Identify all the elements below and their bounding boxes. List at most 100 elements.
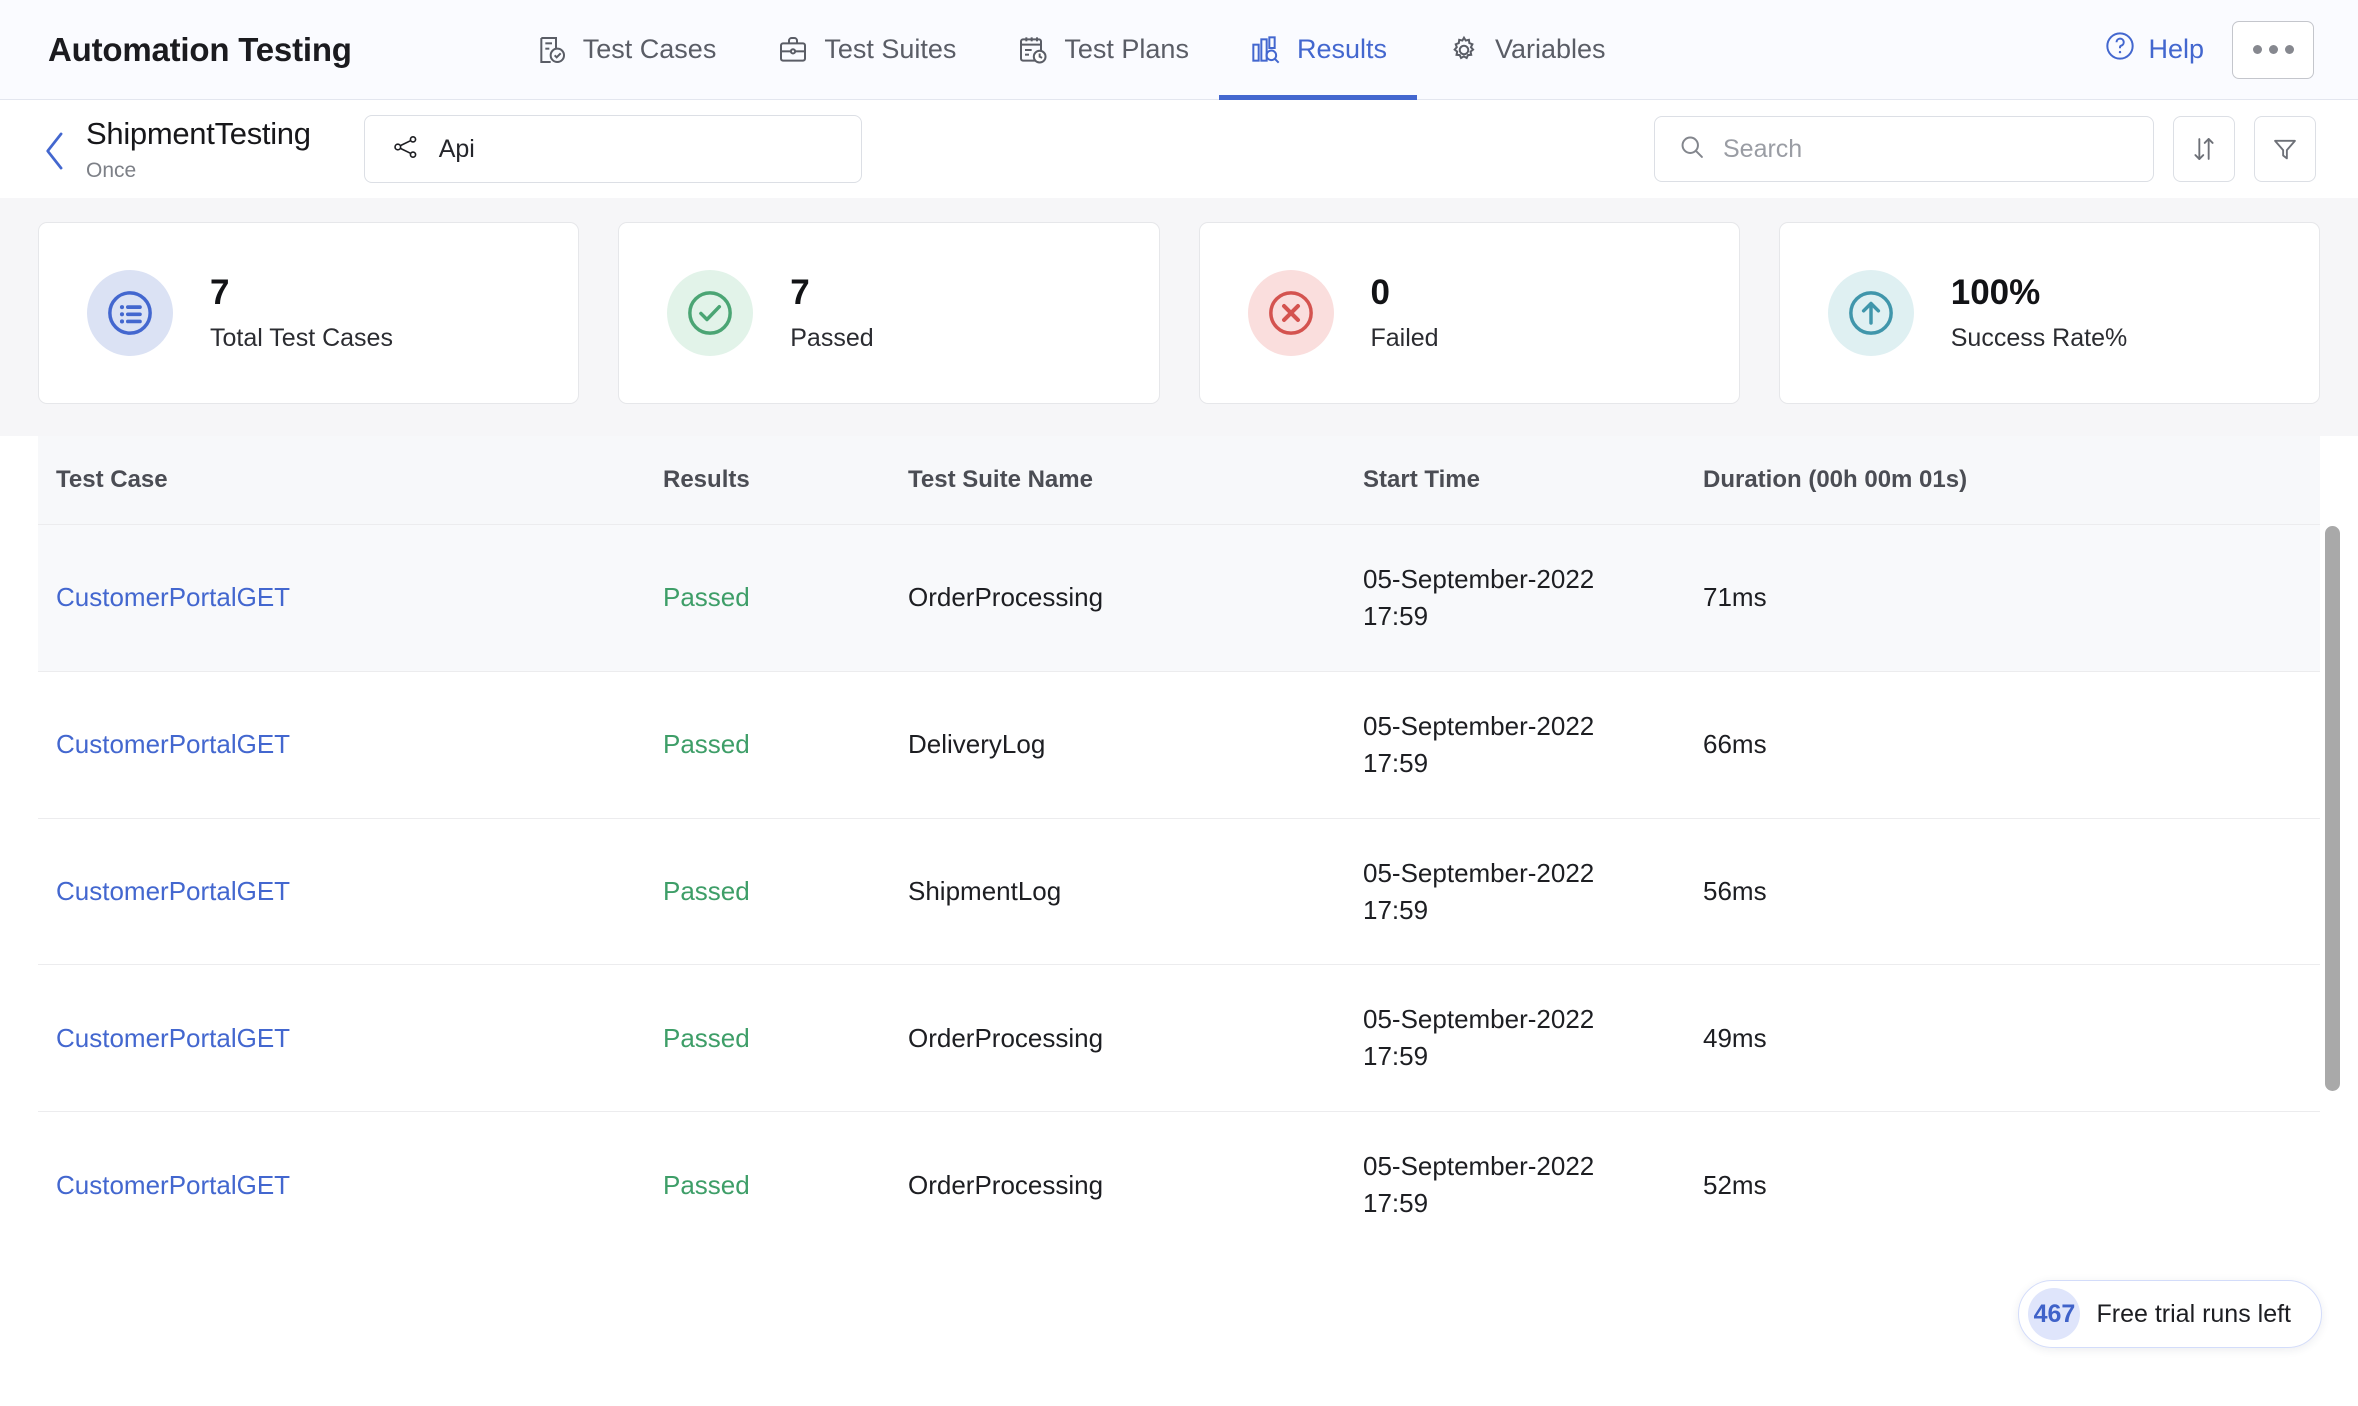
start-time: 17:59 — [1363, 1188, 1429, 1219]
table-row[interactable]: CustomerPortalGET Passed OrderProcessing… — [38, 1111, 2320, 1256]
stat-value: 7 — [790, 273, 810, 312]
cell-test-case: CustomerPortalGET — [38, 818, 663, 966]
cell-test-suite: OrderProcessing — [908, 964, 1363, 1113]
test-case-link[interactable]: CustomerPortalGET — [56, 876, 290, 906]
test-case-link[interactable]: CustomerPortalGET — [56, 729, 290, 759]
cell-test-case: CustomerPortalGET — [38, 964, 663, 1113]
results-table: Test Case Results Test Suite Name Start … — [38, 436, 2320, 1256]
stat-text: 7 Total Test Cases — [210, 275, 393, 351]
tab-test-cases[interactable]: Test Cases — [505, 0, 747, 100]
table-row[interactable]: CustomerPortalGET Passed DeliveryLog 05-… — [38, 671, 2320, 819]
cell-start-time: 05-September-2022 17:59 — [1363, 964, 1703, 1113]
cell-duration: 52ms — [1703, 1111, 2320, 1256]
sort-button[interactable] — [2173, 116, 2235, 182]
table-header-row: Test Case Results Test Suite Name Start … — [38, 436, 2320, 525]
stat-text: 100% Success Rate% — [1951, 275, 2127, 351]
cell-test-suite: OrderProcessing — [908, 1111, 1363, 1256]
gear-icon — [1447, 33, 1481, 67]
tab-label: Test Cases — [582, 34, 717, 64]
column-header-test-suite[interactable]: Test Suite Name — [908, 436, 1363, 525]
test-suites-icon — [776, 33, 810, 67]
tab-test-plans[interactable]: Test Plans — [986, 0, 1219, 100]
help-label: Help — [2148, 34, 2204, 64]
more-options-button[interactable] — [2232, 20, 2314, 79]
test-cases-icon — [535, 33, 569, 67]
page-subtitle: Once — [86, 159, 137, 183]
start-date: 05-September-2022 — [1363, 857, 1595, 888]
cell-start-time: 05-September-2022 17:59 — [1363, 671, 1703, 819]
status-badge: Passed — [663, 1022, 750, 1053]
test-plans-icon — [1016, 33, 1050, 67]
column-header-test-case[interactable]: Test Case — [38, 436, 663, 525]
stat-card-failed: 0 Failed — [1198, 222, 1740, 404]
ellipsis-icon — [2268, 45, 2278, 54]
stat-label: Total Test Cases — [210, 324, 393, 352]
tab-label: Variables — [1494, 34, 1606, 64]
cell-start-time: 05-September-2022 17:59 — [1363, 524, 1703, 672]
page-title-block: ShipmentTesting Once — [86, 116, 311, 183]
help-button[interactable]: Help — [2104, 30, 2204, 69]
share-nodes-icon — [392, 133, 420, 166]
tab-test-suites[interactable]: Test Suites — [746, 0, 986, 100]
tab-label: Test Suites — [824, 34, 957, 64]
table-body: CustomerPortalGET Passed OrderProcessing… — [38, 524, 2320, 1256]
stat-card-success-rate: 100% Success Rate% — [1778, 222, 2320, 404]
column-header-start-time[interactable]: Start Time — [1363, 436, 1703, 525]
trial-count: 467 — [2028, 1288, 2081, 1340]
free-trial-badge[interactable]: 467 Free trial runs left — [2018, 1280, 2322, 1348]
app-root: Automation Testing Test Cases Test Suite… — [0, 0, 2358, 1406]
start-date: 05-September-2022 — [1363, 1151, 1595, 1182]
stat-label: Passed — [790, 324, 874, 352]
results-table-area: Test Case Results Test Suite Name Start … — [0, 436, 2358, 1256]
status-badge: Passed — [663, 1169, 750, 1200]
column-header-results[interactable]: Results — [663, 436, 908, 525]
status-badge: Passed — [663, 876, 750, 907]
list-circle-icon — [87, 270, 173, 356]
search-box[interactable] — [1654, 116, 2154, 182]
vertical-scrollbar-thumb[interactable] — [2325, 526, 2340, 1091]
test-case-link[interactable]: CustomerPortalGET — [56, 1023, 290, 1053]
stat-value: 0 — [1370, 273, 1390, 312]
table-header: Test Case Results Test Suite Name Start … — [38, 436, 2320, 525]
search-icon — [1678, 133, 1706, 166]
sort-arrows-icon — [2194, 138, 2214, 160]
cell-test-suite: OrderProcessing — [908, 524, 1363, 672]
table-row[interactable]: CustomerPortalGET Passed OrderProcessing… — [38, 964, 2320, 1113]
start-time: 17:59 — [1363, 600, 1429, 631]
page-subheader: ShipmentTesting Once Api — [0, 100, 2358, 198]
app-title: Automation Testing — [48, 30, 352, 68]
cell-duration: 49ms — [1703, 964, 2320, 1113]
test-case-link[interactable]: CustomerPortalGET — [56, 582, 290, 612]
tab-label: Test Plans — [1064, 34, 1189, 64]
cell-duration: 66ms — [1703, 671, 2320, 819]
tab-variables[interactable]: Variables — [1417, 0, 1636, 100]
test-case-link[interactable]: CustomerPortalGET — [56, 1170, 290, 1200]
table-row[interactable]: CustomerPortalGET Passed OrderProcessing… — [38, 524, 2320, 672]
cell-result: Passed — [663, 524, 908, 672]
table-row[interactable]: CustomerPortalGET Passed ShipmentLog 05-… — [38, 818, 2320, 966]
stat-card-passed: 7 Passed — [618, 222, 1160, 404]
status-badge: Passed — [663, 582, 750, 613]
chevron-left-icon — [46, 132, 63, 170]
cell-test-suite: DeliveryLog — [908, 671, 1363, 819]
stat-card-total-test-cases: 7 Total Test Cases — [38, 222, 580, 404]
cell-result: Passed — [663, 818, 908, 966]
top-navigation-bar: Automation Testing Test Cases Test Suite… — [0, 0, 2358, 100]
x-circle-icon — [1247, 270, 1334, 356]
api-select-label: Api — [438, 134, 475, 163]
search-and-filters — [1654, 116, 2316, 182]
cell-test-suite: ShipmentLog — [908, 818, 1363, 966]
filter-button[interactable] — [2254, 116, 2316, 182]
cell-start-time: 05-September-2022 17:59 — [1363, 1111, 1703, 1256]
cell-result: Passed — [663, 1111, 908, 1256]
cell-test-case: CustomerPortalGET — [38, 671, 663, 819]
stat-text: 7 Passed — [790, 275, 873, 351]
back-button[interactable] — [36, 128, 74, 174]
nav-right-actions: Help — [2104, 20, 2314, 79]
tab-results[interactable]: Results — [1218, 0, 1418, 100]
ellipsis-icon — [2284, 45, 2294, 54]
search-input[interactable] — [1723, 134, 2130, 164]
column-header-duration[interactable]: Duration (00h 00m 01s) — [1703, 436, 2320, 525]
start-date: 05-September-2022 — [1363, 564, 1595, 594]
api-select[interactable]: Api — [363, 115, 862, 183]
